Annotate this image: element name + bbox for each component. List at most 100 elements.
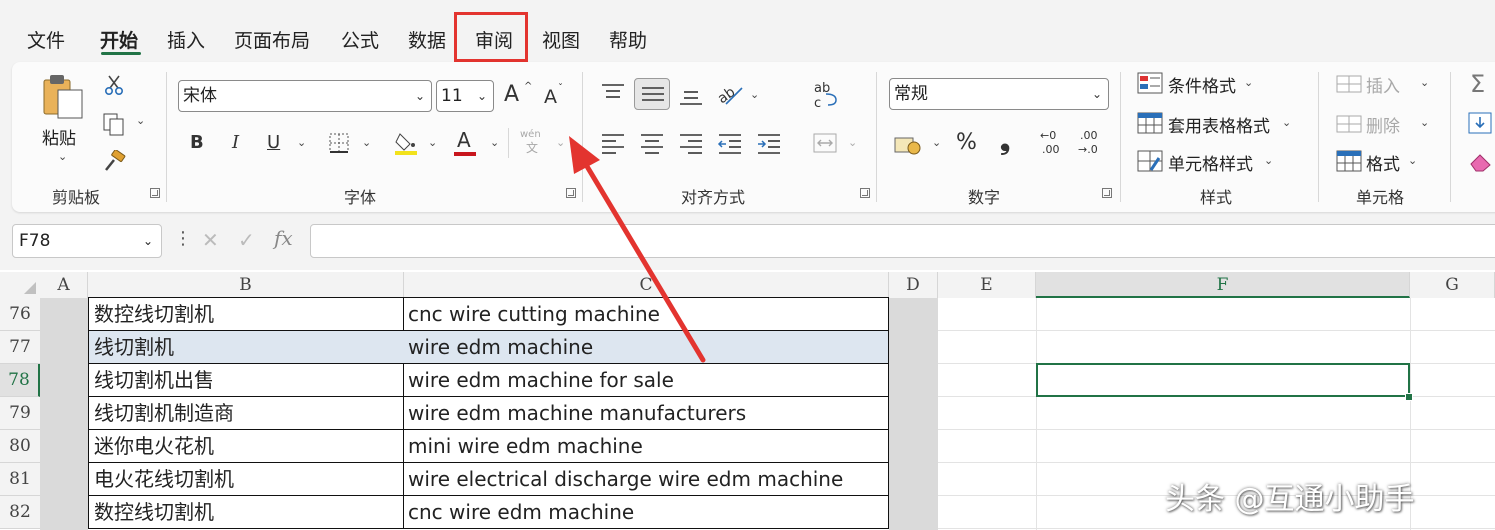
clear-icon[interactable] <box>1468 150 1494 172</box>
decrease-font-size-icon[interactable]: A <box>544 88 557 107</box>
table-cell[interactable]: 线切割机制造商 <box>88 397 404 430</box>
cut-icon[interactable] <box>104 74 124 96</box>
row-header[interactable]: 82 <box>0 496 40 529</box>
row-header[interactable]: 78 <box>0 364 40 397</box>
tab-home[interactable]: 开始 <box>100 26 138 53</box>
format-painter-icon[interactable] <box>102 150 126 172</box>
column-header-b[interactable]: B <box>88 272 404 298</box>
column-header-d[interactable]: D <box>889 272 938 298</box>
ribbon-separator <box>166 72 167 202</box>
font-launcher-icon[interactable] <box>566 188 576 198</box>
active-cell-f78[interactable] <box>1036 363 1410 397</box>
phonetic-guide-icon[interactable]: 文 <box>526 142 538 154</box>
table-cell[interactable]: wire edm machine manufacturers <box>403 397 889 430</box>
column-header-f[interactable]: F <box>1036 272 1410 298</box>
fill-handle[interactable] <box>1405 393 1413 401</box>
tab-view[interactable]: 视图 <box>542 26 580 53</box>
table-cell[interactable]: 迷你电火花机 <box>88 430 404 463</box>
italic-button[interactable]: I <box>232 134 239 152</box>
fill-color-dropdown-icon[interactable]: ⌄ <box>428 136 437 149</box>
align-bottom-icon[interactable] <box>678 86 704 108</box>
font-name-value: 宋体 <box>183 86 217 106</box>
increase-indent-icon[interactable] <box>756 132 782 154</box>
font-size-select[interactable]: 11 ⌄ <box>436 80 494 112</box>
formula-input[interactable] <box>310 224 1495 258</box>
tab-help[interactable]: 帮助 <box>609 26 647 53</box>
fill-icon[interactable] <box>1468 112 1492 134</box>
select-all-corner[interactable] <box>0 272 40 298</box>
tab-insert[interactable]: 插入 <box>167 26 205 53</box>
table-cell[interactable]: cnc wire edm machine <box>403 496 889 529</box>
borders-dropdown-icon[interactable]: ⌄ <box>362 136 371 149</box>
table-cell[interactable]: mini wire edm machine <box>403 430 889 463</box>
align-right-icon[interactable] <box>678 132 704 154</box>
align-top-icon[interactable] <box>600 82 626 104</box>
underline-button[interactable]: U <box>267 134 280 152</box>
tab-file[interactable]: 文件 <box>27 26 65 53</box>
table-cell[interactable]: 线切割机出售 <box>88 364 404 397</box>
borders-icon[interactable] <box>328 132 350 154</box>
decrease-indent-icon[interactable] <box>717 132 743 154</box>
paste-dropdown-icon[interactable]: ⌄ <box>58 150 67 163</box>
more-options-icon[interactable]: ⋮ <box>174 230 192 248</box>
row-header[interactable]: 80 <box>0 430 40 463</box>
percent-style-icon[interactable]: % <box>956 132 977 154</box>
row-header[interactable]: 81 <box>0 463 40 496</box>
cancel-entry-icon[interactable]: ✕ <box>202 230 219 250</box>
row-header[interactable]: 77 <box>0 331 40 364</box>
wrap-text-icon[interactable]: abc <box>812 80 840 110</box>
merge-dropdown-icon[interactable]: ⌄ <box>848 136 857 149</box>
increase-decimal-icon[interactable]: .00 <box>1042 144 1060 155</box>
ribbon-separator <box>876 72 877 202</box>
row-header[interactable]: 76 <box>0 298 40 331</box>
align-center-icon[interactable] <box>639 132 665 154</box>
number-format-select[interactable]: 常规 ⌄ <box>889 78 1109 110</box>
table-cell[interactable]: wire electrical discharge wire edm machi… <box>403 463 889 496</box>
accounting-format-icon[interactable] <box>894 132 922 156</box>
font-color-icon[interactable]: A <box>457 130 471 150</box>
orientation-icon[interactable]: ab <box>716 82 744 108</box>
bold-button[interactable]: B <box>190 134 204 152</box>
align-left-icon[interactable] <box>600 132 626 154</box>
decrease-decimal-top[interactable]: .00 <box>1080 130 1098 141</box>
cell-styles-icon <box>1137 150 1163 172</box>
insert-function-icon[interactable]: fx <box>274 228 293 248</box>
table-cell[interactable]: wire edm machine for sale <box>403 364 889 397</box>
increase-decimal-top[interactable]: ←0 <box>1040 130 1056 141</box>
merge-center-icon[interactable] <box>812 132 838 154</box>
copy-dropdown-icon[interactable]: ⌄ <box>136 114 145 127</box>
comma-style-icon[interactable]: ❟ <box>1000 128 1010 154</box>
table-cell[interactable]: 数控线切割机 <box>88 496 404 529</box>
decrease-decimal-icon[interactable]: →.0 <box>1078 144 1098 155</box>
table-cell[interactable]: cnc wire cutting machine <box>403 298 889 331</box>
underline-dropdown-icon[interactable]: ⌄ <box>297 136 306 149</box>
column-header-a[interactable]: A <box>40 272 88 298</box>
tab-data[interactable]: 数据 <box>408 26 446 53</box>
autosum-icon[interactable]: Σ <box>1470 72 1485 96</box>
phonetic-dropdown-icon[interactable]: ⌄ <box>556 136 565 149</box>
table-cell[interactable]: 线切割机 <box>88 331 404 364</box>
copy-icon[interactable] <box>102 112 126 136</box>
font-color-dropdown-icon[interactable]: ⌄ <box>490 136 499 149</box>
column-header-g[interactable]: G <box>1410 272 1495 298</box>
font-name-select[interactable]: 宋体 ⌄ <box>178 80 432 112</box>
alignment-launcher-icon[interactable] <box>860 188 870 198</box>
tab-formulas[interactable]: 公式 <box>341 26 379 53</box>
column-header-e[interactable]: E <box>938 272 1036 298</box>
increase-font-size-icon[interactable]: A <box>504 84 519 106</box>
clipboard-launcher-icon[interactable] <box>150 188 160 198</box>
name-box[interactable]: F78 ⌄ <box>12 224 162 258</box>
confirm-entry-icon[interactable]: ✓ <box>238 230 255 250</box>
table-cell[interactable]: 电火花线切割机 <box>88 463 404 496</box>
row-header[interactable]: 79 <box>0 397 40 430</box>
column-header-c[interactable]: C <box>404 272 889 298</box>
phonetic-guide-top[interactable]: wén <box>520 130 541 140</box>
tab-page-layout[interactable]: 页面布局 <box>234 26 310 53</box>
orientation-dropdown-icon[interactable]: ⌄ <box>750 88 759 101</box>
number-launcher-icon[interactable] <box>1102 188 1112 198</box>
table-cell[interactable]: 数控线切割机 <box>88 298 404 331</box>
table-cell[interactable]: wire edm machine <box>403 331 889 364</box>
fill-color-icon[interactable] <box>394 130 418 156</box>
accounting-dropdown-icon[interactable]: ⌄ <box>932 136 941 149</box>
align-middle-button[interactable] <box>634 78 670 110</box>
